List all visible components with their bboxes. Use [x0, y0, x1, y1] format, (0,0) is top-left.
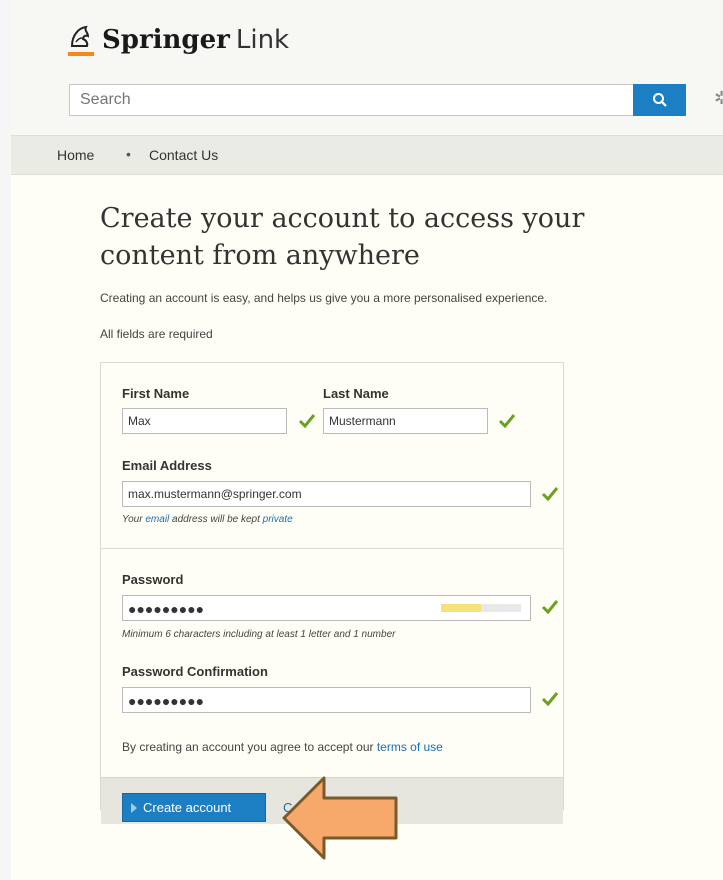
intro-text: Creating an account is easy, and helps u… — [100, 291, 548, 305]
search-button[interactable] — [633, 84, 686, 116]
header: SpringerLink ✲ — [11, 0, 723, 135]
password-confirm-check-icon — [541, 692, 559, 707]
springer-logo[interactable]: Springer Link — [66, 22, 289, 58]
password-field[interactable]: ●●●●●●●●● — [122, 595, 531, 621]
email-hint: Your email address will be kept private — [122, 514, 293, 525]
nav-home-link[interactable]: Home — [57, 147, 94, 163]
password-confirm-field[interactable]: ●●●●●●●●● — [122, 687, 531, 713]
password-confirm-masked-value: ●●●●●●●●● — [128, 693, 205, 709]
first-name-check-icon — [298, 414, 316, 429]
email-hint-prefix: Your — [122, 514, 146, 525]
brand-name-text: Springer — [102, 25, 230, 55]
first-name-label: First Name — [122, 386, 190, 401]
breadcrumb-nav: Home • Contact Us — [11, 135, 723, 175]
terms-prefix: By creating an account you agree to acce… — [122, 740, 377, 754]
search-input[interactable] — [69, 84, 633, 116]
password-label: Password — [122, 572, 184, 587]
last-name-check-icon — [498, 414, 516, 429]
password-confirm-label: Password Confirmation — [122, 664, 268, 679]
pointer-arrow-icon — [282, 776, 398, 860]
search-bar — [69, 84, 686, 116]
play-icon — [131, 802, 137, 813]
brand-name: Springer Link — [102, 22, 289, 58]
brand-suffix: Link — [235, 25, 290, 55]
last-name-label: Last Name — [323, 386, 389, 401]
create-account-button[interactable]: Create account — [122, 793, 266, 822]
terms-text: By creating an account you agree to acce… — [122, 740, 443, 754]
password-hint: Minimum 6 characters including at least … — [122, 629, 396, 640]
springer-horse-icon — [68, 25, 94, 56]
password-check-icon — [541, 600, 559, 615]
private-link[interactable]: private — [263, 514, 293, 525]
first-name-field[interactable] — [122, 408, 287, 434]
email-check-icon — [541, 487, 559, 502]
password-masked-value: ●●●●●●●●● — [128, 601, 205, 617]
search-icon — [652, 93, 667, 107]
page: SpringerLink ✲ Home • Contact Us Create … — [0, 0, 723, 880]
password-section — [101, 548, 563, 549]
email-hint-middle: address will be kept — [169, 514, 263, 525]
password-strength-meter — [441, 604, 521, 612]
create-account-label: Create account — [143, 800, 232, 815]
email-label: Email Address — [122, 458, 212, 473]
terms-of-use-link[interactable]: terms of use — [377, 740, 443, 754]
password-strength-fill — [441, 604, 481, 612]
email-link[interactable]: email — [145, 514, 169, 525]
nav-contact-link[interactable]: Contact Us — [149, 147, 218, 163]
required-note: All fields are required — [100, 327, 213, 341]
last-name-field[interactable] — [323, 408, 488, 434]
email-field[interactable] — [122, 481, 531, 507]
gear-icon[interactable]: ✲ — [714, 88, 723, 109]
page-title: Create your account to access your conte… — [100, 203, 585, 271]
nav-separator: • — [126, 146, 131, 162]
registration-form: First Name Last Name Email Address Your … — [100, 362, 564, 824]
